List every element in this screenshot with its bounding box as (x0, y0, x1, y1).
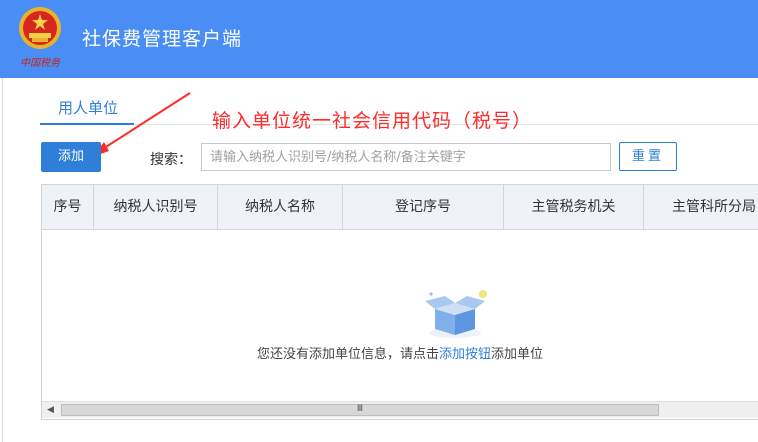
empty-box-icon (425, 290, 487, 338)
scroll-thumb[interactable]: Ⅲ (61, 404, 659, 416)
search-label: 搜索： (150, 152, 192, 168)
app-header: 中国税务 社保费管理客户端 (0, 0, 758, 78)
table-header: 序号 纳税人识别号 纳税人名称 登记序号 主管税务机关 主管科所分局 (42, 185, 758, 230)
svg-text:中国税务: 中国税务 (20, 57, 61, 69)
column-header-taxpayer-name[interactable]: 纳税人名称 (218, 185, 343, 229)
add-button[interactable]: 添加 (41, 142, 101, 172)
empty-text-before: 您还没有添加单位信息，请点击 (256, 347, 439, 362)
column-header-tax-branch[interactable]: 主管科所分局 (644, 185, 758, 229)
column-header-index[interactable]: 序号 (42, 185, 94, 229)
search-input[interactable] (201, 143, 611, 171)
column-header-taxpayer-id[interactable]: 纳税人识别号 (94, 185, 218, 229)
app-title: 社保费管理客户端 (82, 28, 243, 50)
tab-employer[interactable]: 用人单位 (42, 97, 134, 125)
tax-emblem-logo: 中国税务 (19, 7, 61, 69)
tab-active-indicator (40, 123, 134, 125)
column-header-tax-authority[interactable]: 主管税务机关 (504, 185, 644, 229)
add-button-link[interactable]: 添加按钮 (439, 347, 491, 362)
reset-button[interactable]: 重置 (619, 142, 677, 171)
empty-text-after: 添加单位 (491, 347, 544, 362)
employer-table: 序号 纳税人识别号 纳税人名称 登记序号 主管税务机关 主管科所分局 您还没有添… (41, 184, 758, 420)
column-header-registration-no[interactable]: 登记序号 (343, 185, 504, 229)
left-border (2, 78, 3, 442)
instruction-annotation: 输入单位统一社会信用代码（税号） (212, 110, 533, 132)
empty-state-message: 您还没有添加单位信息，请点击添加按钮添加单位 (42, 343, 758, 362)
horizontal-scrollbar[interactable]: ◀ Ⅲ (42, 401, 758, 418)
scroll-left-arrow-icon[interactable]: ◀ (42, 402, 59, 418)
